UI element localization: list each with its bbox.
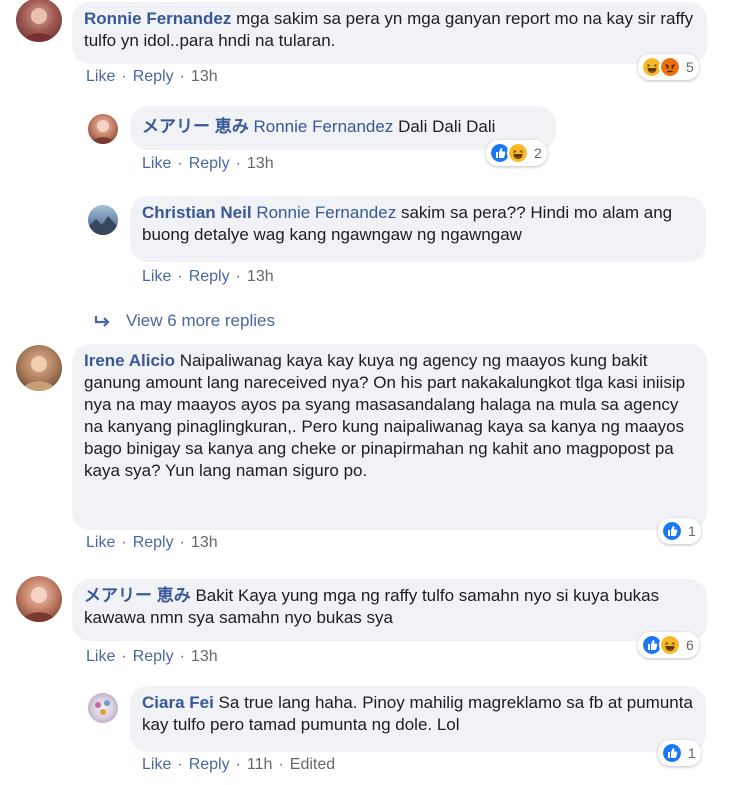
view-more-replies-link[interactable]: View 6 more replies bbox=[94, 311, 275, 331]
profile-photo-icon bbox=[91, 120, 115, 144]
like-icon bbox=[661, 520, 683, 542]
haha-icon bbox=[507, 142, 529, 164]
comment-text: Dali Dali Dali bbox=[398, 117, 496, 136]
reaction-summary[interactable]: 2 bbox=[486, 140, 547, 166]
comment-text: Sa true lang haha. Pinoy mahilig magrekl… bbox=[142, 693, 693, 734]
comment-timestamp[interactable]: 13h bbox=[191, 648, 218, 665]
comment-actions: Like · Reply · 13h bbox=[142, 155, 274, 172]
comment-author[interactable]: Ciara Fei bbox=[142, 693, 214, 712]
avatar[interactable] bbox=[88, 205, 118, 235]
reply-button[interactable]: Reply bbox=[133, 534, 174, 551]
comment-actions: Like · Reply · 13h bbox=[86, 534, 218, 551]
mention-link[interactable]: Ronnie Fernandez bbox=[253, 117, 393, 136]
comment-timestamp[interactable]: 13h bbox=[247, 268, 274, 285]
reply-button[interactable]: Reply bbox=[133, 68, 174, 85]
avatar[interactable] bbox=[88, 114, 118, 144]
comment-author[interactable]: メアリー 恵み bbox=[84, 586, 191, 605]
avatar[interactable] bbox=[16, 576, 62, 622]
comment-bubble: Irene Alicio Naipaliwanag kaya kay kuya … bbox=[72, 344, 707, 530]
profile-photo-icon bbox=[22, 356, 56, 391]
like-button[interactable]: Like bbox=[86, 648, 115, 665]
reaction-summary[interactable]: 5 bbox=[638, 54, 699, 80]
comment-author[interactable]: Christian Neil bbox=[142, 203, 252, 222]
avatar[interactable] bbox=[16, 0, 62, 42]
like-button[interactable]: Like bbox=[86, 534, 115, 551]
comment-timestamp[interactable]: 13h bbox=[247, 155, 274, 172]
reply-button[interactable]: Reply bbox=[189, 268, 230, 285]
comment-author[interactable]: Irene Alicio bbox=[84, 351, 175, 370]
view-more-replies-label[interactable]: View 6 more replies bbox=[126, 311, 275, 330]
comment-text: Naipaliwanag kaya kay kuya ng agency ng … bbox=[84, 351, 686, 480]
comment-author[interactable]: メアリー 恵み bbox=[142, 117, 249, 136]
comment-timestamp[interactable]: 11h bbox=[247, 756, 273, 773]
comment-bubble: メアリー 恵み Bakit Kaya yung mga ng raffy tul… bbox=[72, 579, 707, 641]
reaction-summary[interactable]: 6 bbox=[638, 632, 699, 658]
reaction-count: 2 bbox=[534, 145, 542, 161]
like-icon bbox=[661, 742, 683, 764]
reply-button[interactable]: Reply bbox=[189, 155, 230, 172]
reaction-count: 1 bbox=[688, 523, 696, 539]
like-button[interactable]: Like bbox=[142, 268, 171, 285]
comment-bubble: Ciara Fei Sa true lang haha. Pinoy mahil… bbox=[130, 686, 706, 752]
angry-icon bbox=[659, 56, 681, 78]
haha-icon bbox=[659, 634, 681, 656]
avatar[interactable] bbox=[16, 345, 62, 391]
like-button[interactable]: Like bbox=[142, 155, 171, 172]
comment-actions: Like · Reply · 13h bbox=[86, 648, 218, 665]
comment-timestamp[interactable]: 13h bbox=[191, 68, 218, 85]
reaction-count: 6 bbox=[686, 637, 694, 653]
reply-arrow-icon bbox=[94, 315, 110, 327]
reply-button[interactable]: Reply bbox=[189, 756, 230, 773]
edited-label[interactable]: Edited bbox=[290, 756, 335, 773]
reply-button[interactable]: Reply bbox=[133, 648, 174, 665]
comment-author[interactable]: Ronnie Fernandez bbox=[84, 9, 231, 28]
reaction-count: 5 bbox=[686, 59, 694, 75]
profile-photo-icon bbox=[22, 587, 56, 622]
comment-actions: Like · Reply · 13h bbox=[86, 68, 218, 85]
reaction-summary[interactable]: 1 bbox=[658, 740, 701, 766]
mention-link[interactable]: Ronnie Fernandez bbox=[256, 203, 396, 222]
comment-actions: Like · Reply · 11h · Edited bbox=[142, 756, 336, 773]
avatar[interactable] bbox=[88, 693, 118, 723]
comment-timestamp[interactable]: 13h bbox=[191, 534, 218, 551]
like-button[interactable]: Like bbox=[142, 756, 171, 773]
reaction-summary[interactable]: 1 bbox=[658, 518, 701, 544]
profile-photo-icon bbox=[88, 216, 118, 235]
profile-photo-icon bbox=[24, 8, 54, 42]
comment-actions: Like · Reply · 13h bbox=[142, 268, 274, 285]
comment-bubble: Ronnie Fernandez mga sakim sa pera yn mg… bbox=[72, 2, 707, 64]
reaction-count: 1 bbox=[688, 745, 696, 761]
comment-bubble: Christian Neil Ronnie Fernandez sakim sa… bbox=[130, 196, 706, 262]
profile-photo-icon bbox=[95, 700, 110, 715]
like-button[interactable]: Like bbox=[86, 68, 115, 85]
